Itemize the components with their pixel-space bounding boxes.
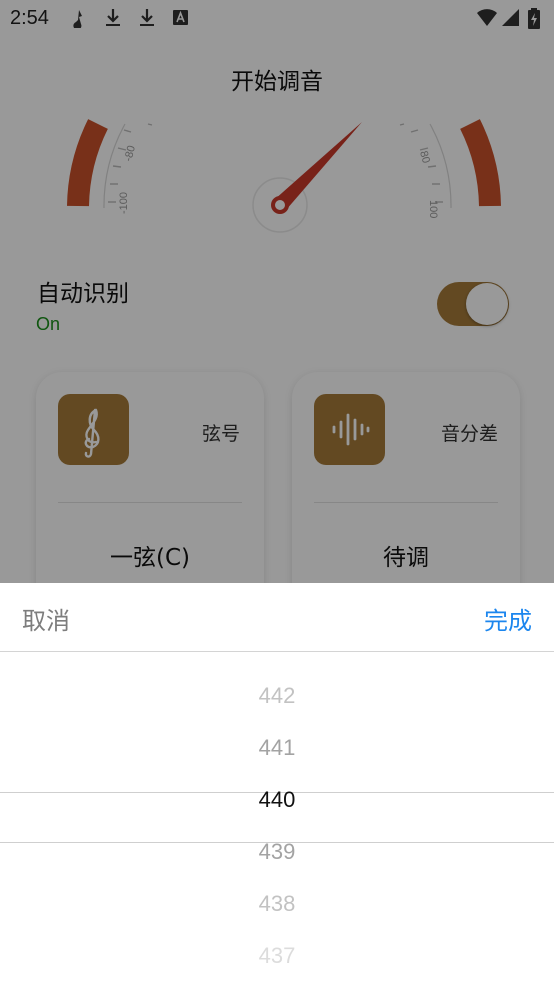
picker-option[interactable]: 439 [0, 837, 554, 867]
picker-header: 取消 完成 [0, 583, 554, 652]
done-button[interactable]: 完成 [484, 601, 532, 636]
tuner-screen: 2:54 开始调音 -80 -100 80 100 自动识别 On 弦号 一弦(… [0, 0, 554, 984]
cancel-button[interactable]: 取消 [22, 601, 70, 636]
frequency-wheel[interactable]: 443 442 441 440 439 438 437 [0, 652, 554, 984]
picker-option[interactable]: 443 [0, 652, 554, 659]
picker-option[interactable]: 442 [0, 681, 554, 711]
picker-option[interactable]: 441 [0, 733, 554, 763]
picker-option[interactable]: 438 [0, 889, 554, 919]
picker-option-selected[interactable]: 440 [0, 785, 554, 815]
picker-option[interactable]: 437 [0, 941, 554, 971]
frequency-picker-sheet: 取消 完成 443 442 441 440 439 438 437 [0, 583, 554, 984]
